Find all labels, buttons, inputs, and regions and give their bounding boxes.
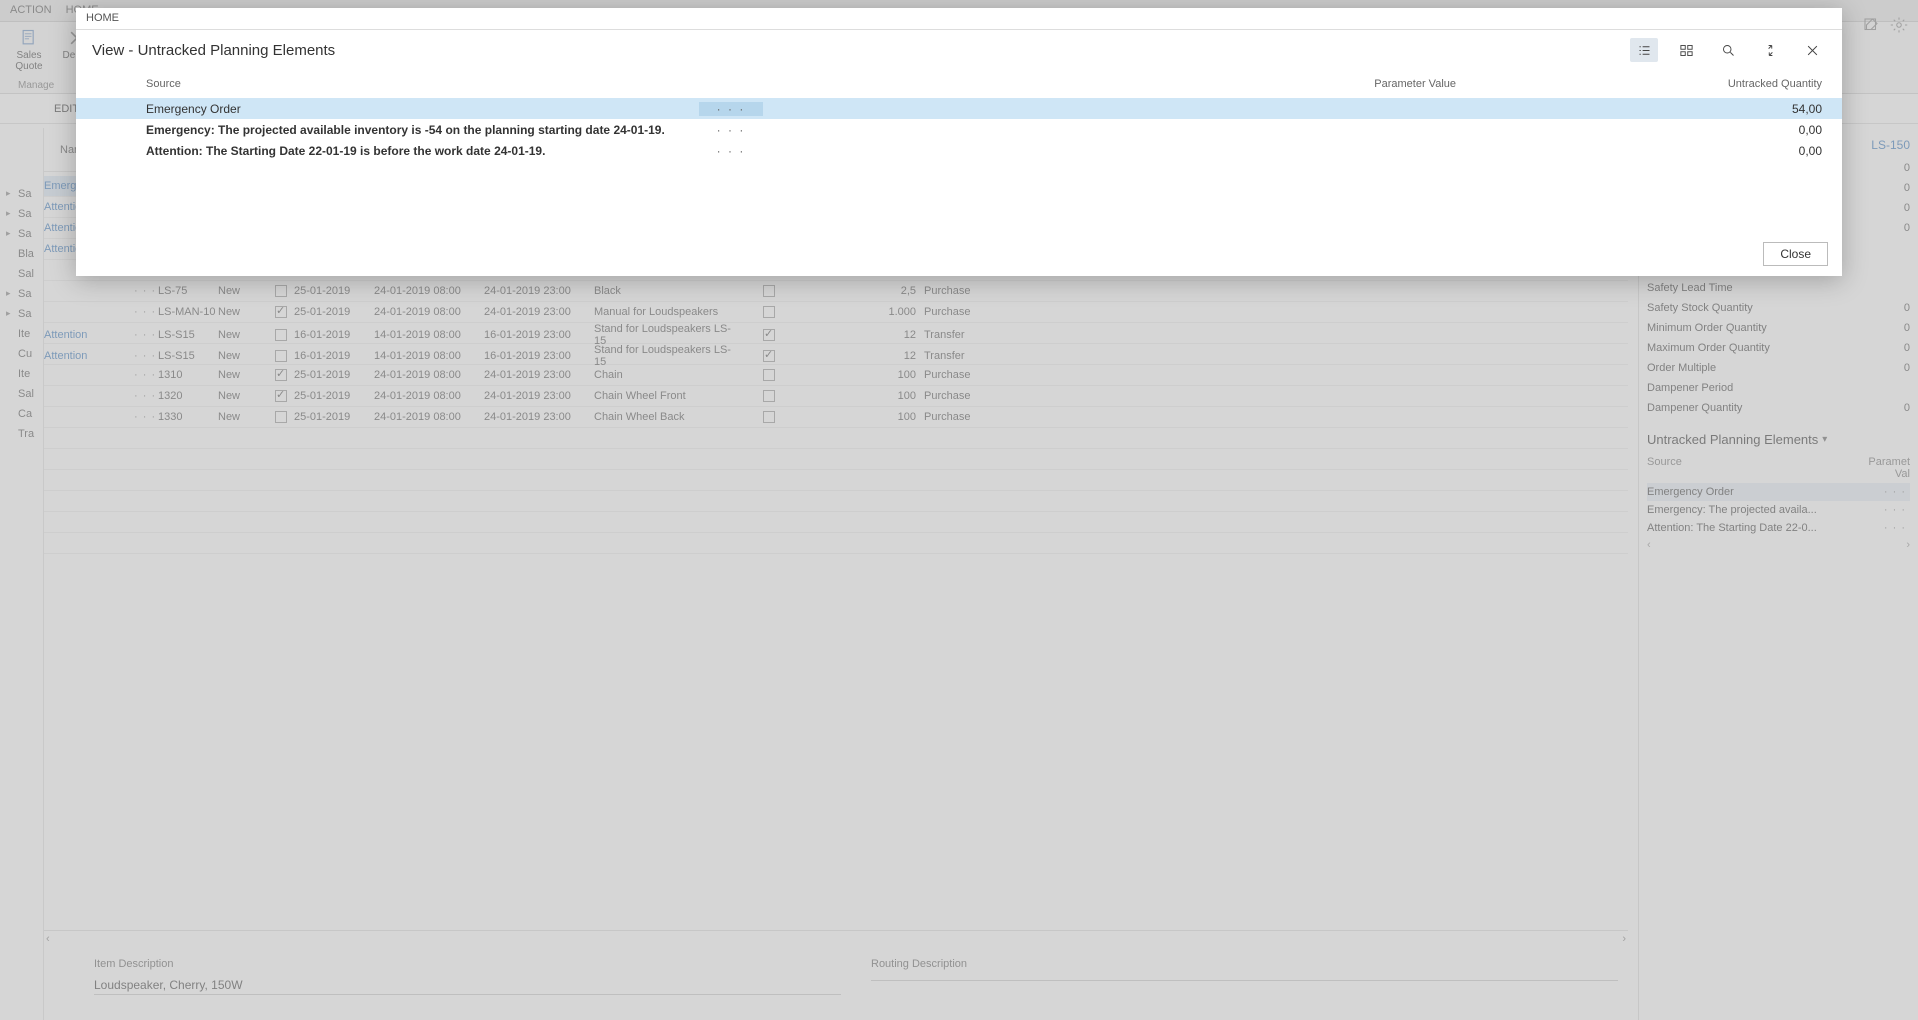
search-icon[interactable] [1714,38,1742,62]
modal-row-actions-icon[interactable]: · · · [699,144,764,158]
list-view-icon[interactable] [1630,38,1658,62]
modal-quantity-cell: 0,00 [776,123,1826,137]
modal-row[interactable]: Emergency Order · · · 54,00 [76,98,1842,119]
modal-ribbon-tabs: HOME [76,8,1842,30]
modal-title: View - Untracked Planning Elements [92,42,335,59]
modal-quantity-cell: 54,00 [776,102,1826,116]
modal-row[interactable]: Attention: The Starting Date 22-01-19 is… [76,140,1842,161]
modal-header-parameter-value[interactable]: Parameter Value [846,78,1696,90]
modal-quantity-cell: 0,00 [776,144,1826,158]
modal-tab-home[interactable]: HOME [86,12,119,24]
close-button[interactable]: Close [1763,242,1828,266]
modal-row-actions-icon[interactable]: · · · [699,123,764,137]
modal-source-cell: Emergency Order [146,102,686,116]
modal-actions [1630,38,1826,62]
modal-header-source[interactable]: Source [146,78,846,90]
tile-view-icon[interactable] [1672,38,1700,62]
collapse-icon[interactable] [1756,38,1784,62]
modal-header-untracked-quantity[interactable]: Untracked Quantity [1696,78,1826,90]
untracked-planning-modal: HOME View - Untracked Planning Elements … [76,8,1842,276]
close-icon[interactable] [1798,38,1826,62]
modal-table-body: Emergency Order · · · 54,00 Emergency: The … [76,98,1842,218]
modal-source-cell: Attention: The Starting Date 22-01-19 is… [146,144,686,158]
modal-column-headers: Source Parameter Value Untracked Quantit… [76,68,1842,98]
modal-row[interactable]: Emergency: The projected available inven… [76,119,1842,140]
modal-row-actions-icon[interactable]: · · · [699,102,764,116]
modal-source-cell: Emergency: The projected available inven… [146,123,686,137]
